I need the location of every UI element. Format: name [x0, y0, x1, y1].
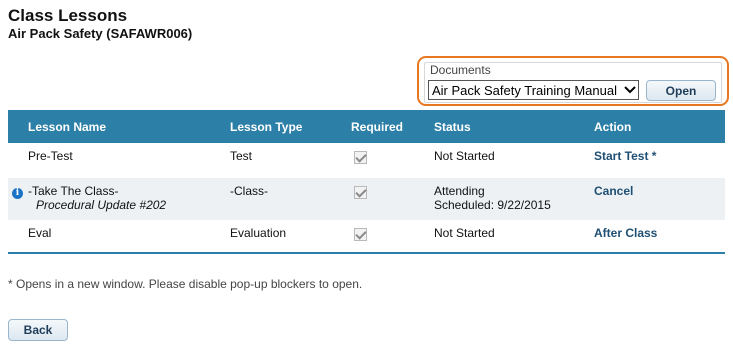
header-action: Action	[594, 119, 632, 134]
lesson-name: Pre-Test	[28, 149, 73, 163]
required-cell	[351, 143, 434, 178]
lesson-status: Attending	[434, 184, 485, 198]
documents-select[interactable]: Air Pack Safety Training Manual	[428, 80, 639, 100]
page-title: Class Lessons	[8, 6, 128, 25]
header-lesson-type: Lesson Type	[230, 119, 303, 134]
header-lesson-name: Lesson Name	[28, 119, 107, 134]
open-document-button[interactable]: Open	[646, 80, 716, 101]
cancel-link[interactable]: Cancel	[594, 184, 633, 198]
table-row: Eval Evaluation Not Started After Class	[8, 220, 725, 254]
required-checkbox	[354, 151, 367, 164]
row-info-cell	[8, 220, 28, 254]
action-cell: Cancel	[594, 178, 725, 220]
lessons-table: Lesson Name Lesson Type Required Status …	[8, 110, 725, 254]
back-button[interactable]: Back	[8, 319, 68, 341]
lesson-status: Not Started	[434, 220, 594, 254]
popup-footnote: * Opens in a new window. Please disable …	[8, 277, 363, 291]
required-checkbox	[354, 186, 367, 199]
start-test-link[interactable]: Start Test *	[594, 149, 656, 163]
after-class-link[interactable]: After Class	[594, 226, 657, 240]
lesson-type: Test	[230, 149, 253, 163]
table-header-row: Lesson Name Lesson Type Required Status …	[8, 110, 725, 143]
table-row: i -Take The Class- Procedural Update #20…	[8, 178, 725, 220]
chevron-down-icon	[622, 81, 638, 99]
lesson-type: -Class-	[230, 184, 268, 198]
row-info-cell: i	[8, 178, 28, 220]
documents-legend: Documents	[428, 63, 493, 77]
lesson-type: Evaluation	[230, 220, 351, 254]
lesson-status: Not Started	[434, 149, 495, 163]
action-cell: Start Test *	[594, 143, 725, 178]
lesson-name-cell: -Take The Class- Procedural Update #202	[28, 178, 230, 220]
header-required: Required	[351, 119, 404, 134]
info-icon[interactable]: i	[12, 187, 23, 199]
lesson-name: Eval	[28, 220, 230, 254]
row-info-cell	[8, 143, 28, 178]
header-info	[8, 110, 28, 143]
required-checkbox	[354, 228, 367, 241]
lesson-scheduled-date: Scheduled: 9/22/2015	[434, 198, 551, 212]
action-cell: After Class	[594, 220, 725, 254]
required-cell	[351, 178, 434, 220]
lesson-name: -Take The Class-	[28, 184, 119, 198]
lesson-status-cell: Attending Scheduled: 9/22/2015	[434, 178, 594, 220]
table-row: Pre-Test Test Not Started Start Test *	[8, 143, 725, 178]
header-status: Status	[434, 119, 471, 134]
documents-select-value: Air Pack Safety Training Manual	[432, 82, 617, 98]
required-cell	[351, 220, 434, 254]
lesson-session-name: Procedural Update #202	[36, 198, 167, 212]
course-subtitle: Air Pack Safety (SAFAWR006)	[8, 26, 193, 41]
